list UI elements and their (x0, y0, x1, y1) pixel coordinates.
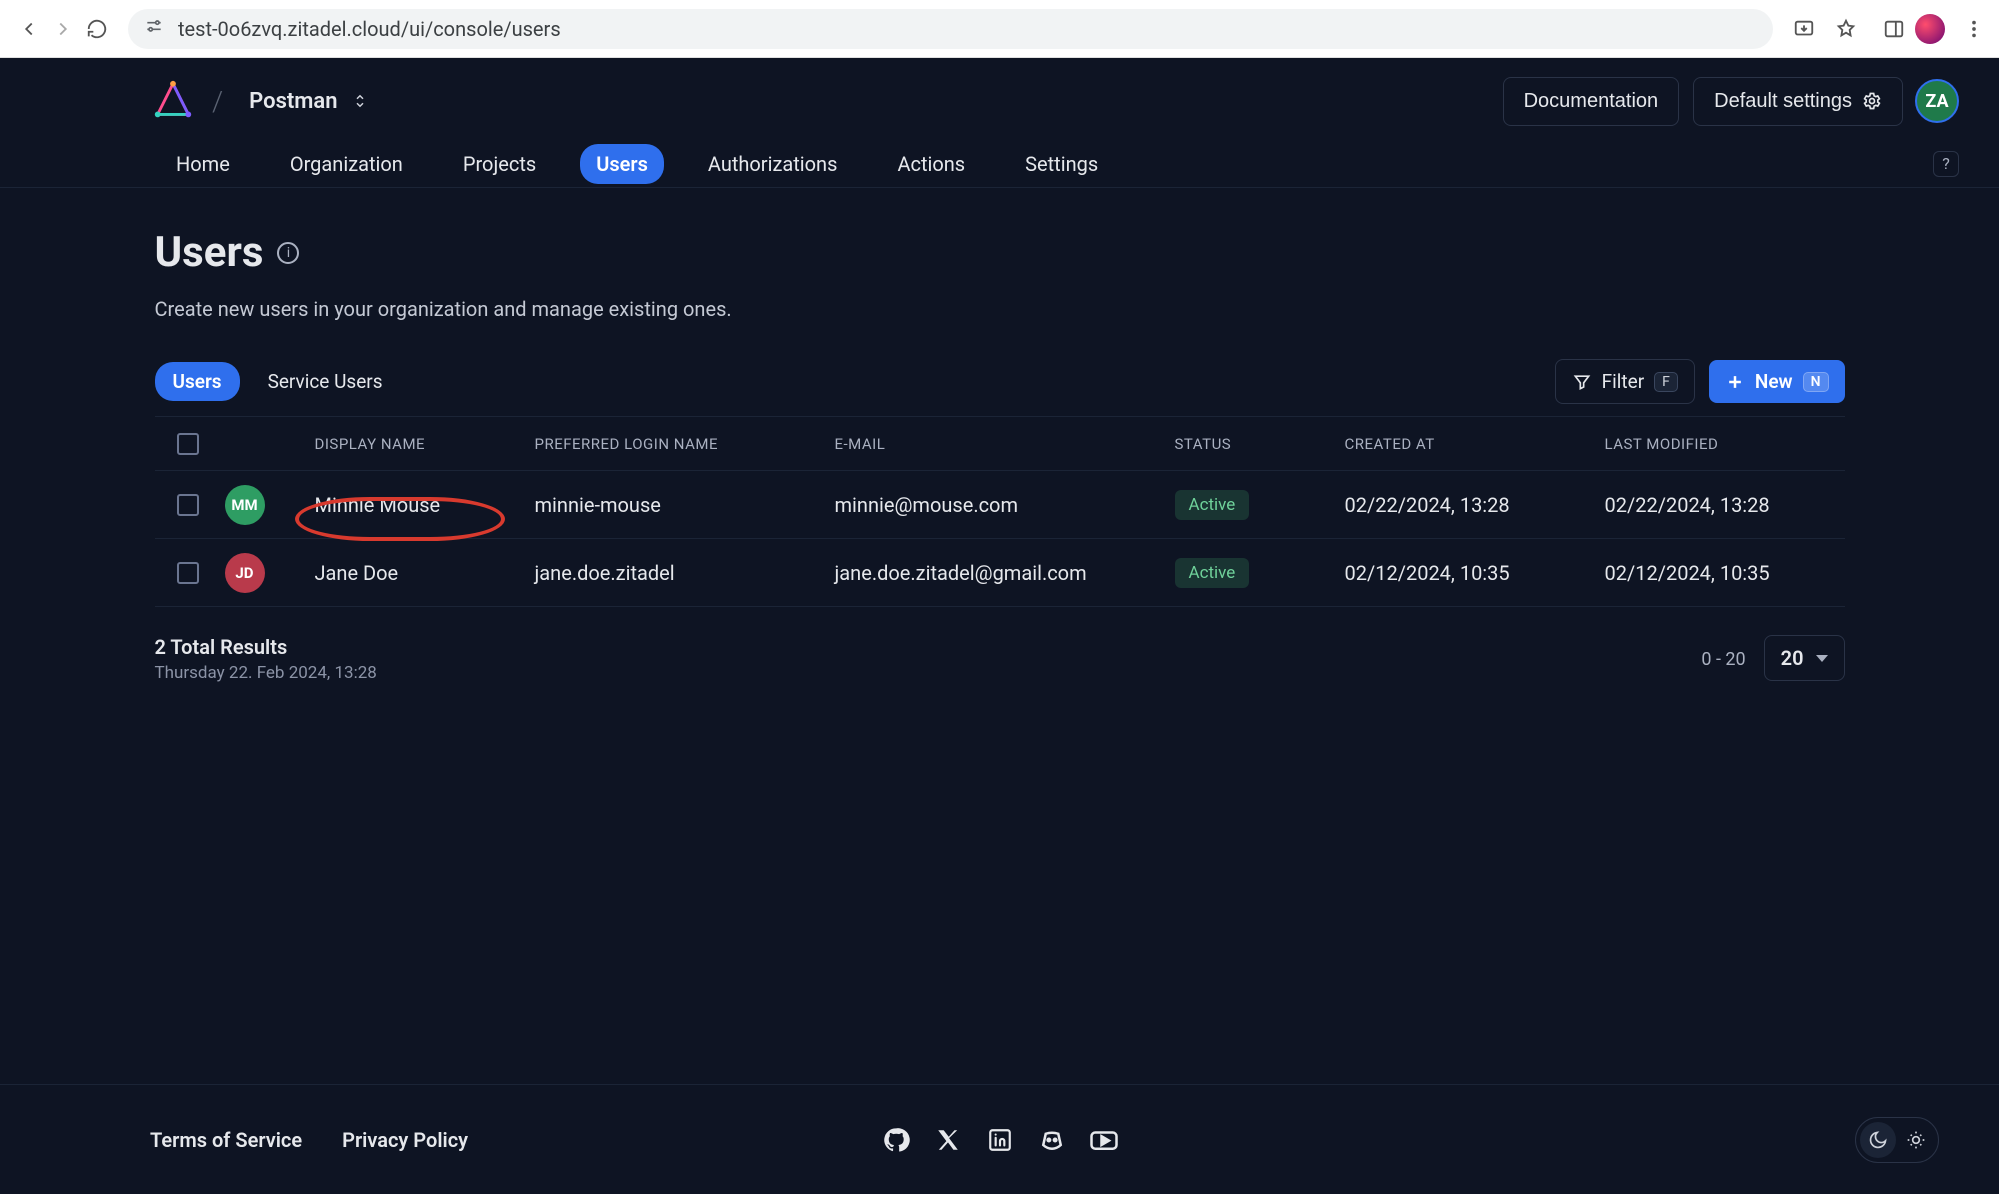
nav-item-actions[interactable]: Actions (881, 144, 981, 184)
table-header: DISPLAY NAME PREFERRED LOGIN NAME E-MAIL… (155, 417, 1845, 471)
tab-users-label: Users (173, 370, 222, 393)
documentation-label: Documentation (1524, 90, 1659, 113)
nav-item-settings[interactable]: Settings (1009, 144, 1114, 184)
row-display-name: Jane Doe (315, 561, 399, 585)
col-email: E-MAIL (835, 435, 1175, 453)
browser-profile-avatar[interactable] (1915, 14, 1945, 44)
plus-icon (1725, 372, 1745, 392)
row-login-name: jane.doe.zitadel (535, 561, 835, 585)
row-email: jane.doe.zitadel@gmail.com (835, 561, 1175, 585)
linkedin-icon[interactable] (985, 1125, 1015, 1155)
users-table: DISPLAY NAME PREFERRED LOGIN NAME E-MAIL… (155, 417, 1845, 607)
page-subtitle: Create new users in your organization an… (155, 297, 1845, 321)
app-footer: Terms of Service Privacy Policy (0, 1084, 1999, 1194)
page-size-value: 20 (1781, 646, 1804, 670)
page-title: Users (155, 228, 264, 277)
breadcrumb-separator: / (212, 85, 223, 118)
app-topbar: / Postman Documentation Default settings… (0, 58, 1999, 130)
status-badge: Active (1175, 558, 1250, 588)
default-settings-label: Default settings (1714, 90, 1852, 113)
row-login-name: minnie-mouse (535, 493, 835, 517)
gear-icon (1862, 91, 1882, 111)
row-modified: 02/22/2024, 13:28 (1605, 493, 1865, 517)
row-avatar: MM (225, 485, 265, 525)
footer-privacy-link[interactable]: Privacy Policy (342, 1128, 468, 1152)
forward-button[interactable] (46, 12, 80, 46)
kebab-menu-icon[interactable] (1961, 16, 1987, 42)
results-count: 2 Total Results (155, 635, 377, 659)
tab-service-users[interactable]: Service Users (250, 362, 401, 401)
col-modified: LAST MODIFIED (1605, 435, 1865, 453)
select-all-checkbox[interactable] (177, 433, 199, 455)
col-display-name: DISPLAY NAME (315, 435, 535, 453)
footer-tos-link[interactable]: Terms of Service (150, 1128, 302, 1152)
filter-key-hint: F (1654, 372, 1678, 392)
github-icon[interactable] (881, 1125, 911, 1155)
col-login-name: PREFERRED LOGIN NAME (535, 435, 835, 453)
tab-users[interactable]: Users (155, 362, 240, 401)
nav-item-home[interactable]: Home (160, 144, 246, 184)
site-tune-icon[interactable] (144, 16, 164, 41)
sun-icon (1906, 1130, 1926, 1150)
col-created: CREATED AT (1345, 435, 1605, 453)
default-settings-button[interactable]: Default settings (1693, 77, 1903, 126)
tab-service-users-label: Service Users (268, 370, 383, 393)
install-app-icon[interactable] (1791, 16, 1817, 42)
col-status: STATUS (1175, 435, 1345, 453)
filter-icon (1572, 372, 1592, 392)
theme-dark-option[interactable] (1860, 1122, 1896, 1158)
new-key-hint: N (1803, 372, 1829, 392)
org-selector[interactable]: Postman (239, 83, 379, 120)
help-button[interactable]: ? (1933, 151, 1959, 177)
nav-item-authorizations[interactable]: Authorizations (692, 144, 854, 184)
back-button[interactable] (12, 12, 46, 46)
row-display-name: Minnie Mouse (315, 493, 441, 517)
caret-down-icon (1816, 655, 1828, 662)
avatar-initials: ZA (1925, 91, 1948, 112)
new-button[interactable]: New N (1709, 360, 1845, 403)
discord-icon[interactable] (1037, 1125, 1067, 1155)
row-checkbox[interactable] (177, 562, 199, 584)
row-checkbox[interactable] (177, 494, 199, 516)
theme-light-option[interactable] (1898, 1122, 1934, 1158)
filter-label: Filter (1602, 370, 1644, 393)
x-twitter-icon[interactable] (933, 1125, 963, 1155)
results-timestamp: Thursday 22. Feb 2024, 13:28 (155, 663, 377, 683)
url-bar[interactable]: test-0o6zvq.zitadel.cloud/ui/console/use… (128, 9, 1773, 49)
star-icon[interactable] (1833, 16, 1859, 42)
row-created: 02/12/2024, 10:35 (1345, 561, 1605, 585)
row-created: 02/22/2024, 13:28 (1345, 493, 1605, 517)
reload-button[interactable] (80, 12, 114, 46)
row-email: minnie@mouse.com (835, 493, 1175, 517)
row-modified: 02/12/2024, 10:35 (1605, 561, 1865, 585)
row-avatar: JD (225, 553, 265, 593)
help-label: ? (1942, 154, 1950, 173)
info-icon[interactable]: i (277, 242, 299, 264)
table-row[interactable]: MM Minnie Mouse minnie-mouseminnie@mouse.c… (155, 471, 1845, 539)
documentation-button[interactable]: Documentation (1503, 77, 1680, 126)
results-range: 0 - 20 (1701, 649, 1745, 670)
nav-item-projects[interactable]: Projects (447, 144, 552, 184)
app-logo[interactable] (150, 78, 196, 124)
org-name: Postman (249, 89, 337, 114)
table-row[interactable]: JD Jane Doe jane.doe.zitadeljane.doe.zitad… (155, 539, 1845, 607)
side-panel-icon[interactable] (1881, 16, 1907, 42)
user-avatar[interactable]: ZA (1915, 79, 1959, 123)
moon-icon (1868, 1130, 1888, 1150)
browser-chrome: test-0o6zvq.zitadel.cloud/ui/console/use… (0, 0, 1999, 58)
main-nav: Home Organization Projects Users Authorizati… (0, 130, 1999, 188)
url-text: test-0o6zvq.zitadel.cloud/ui/console/use… (178, 17, 561, 41)
nav-item-users[interactable]: Users (580, 144, 664, 184)
chevron-updown-icon (351, 92, 369, 110)
new-label: New (1755, 370, 1793, 393)
page-size-selector[interactable]: 20 (1764, 635, 1845, 681)
nav-item-organization[interactable]: Organization (274, 144, 419, 184)
status-badge: Active (1175, 490, 1250, 520)
filter-button[interactable]: Filter F (1555, 359, 1695, 404)
theme-toggle[interactable] (1855, 1117, 1939, 1163)
youtube-icon[interactable] (1089, 1125, 1119, 1155)
